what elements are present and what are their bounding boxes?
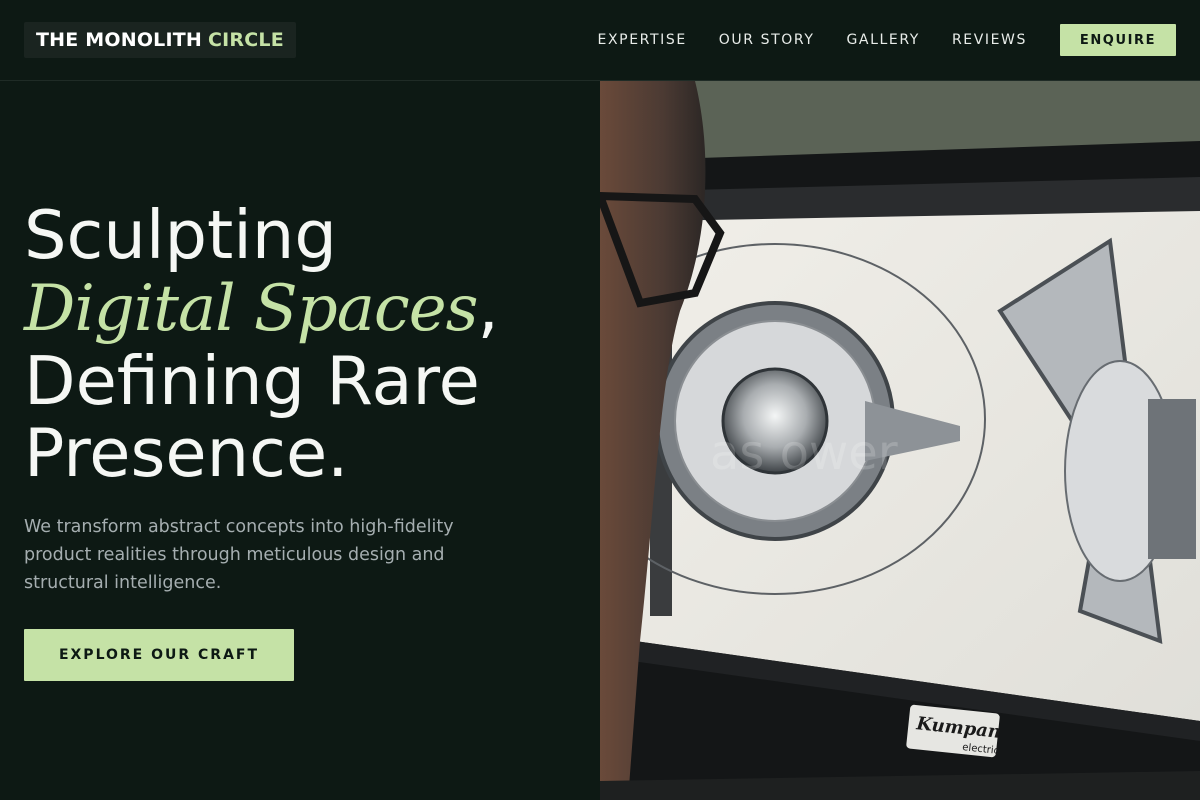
hero-headline: Sculpting Digital Spaces, Defining Rare … bbox=[24, 199, 499, 489]
logo-text-accent: CIRCLE bbox=[208, 29, 284, 51]
hero-description: We transform abstract concepts into high… bbox=[24, 517, 454, 593]
nav-link-expertise[interactable]: EXPERTISE bbox=[598, 32, 687, 48]
enquire-button[interactable]: ENQUIRE bbox=[1060, 24, 1176, 56]
nav-link-our-story[interactable]: OUR STORY bbox=[719, 32, 815, 48]
headline-comma: , bbox=[477, 268, 499, 346]
svg-text:as ower: as ower bbox=[710, 425, 898, 481]
nav-link-gallery[interactable]: GALLERY bbox=[846, 32, 919, 48]
nav-link-reviews[interactable]: REVIEWS bbox=[952, 32, 1027, 48]
explore-craft-button[interactable]: EXPLORE OUR CRAFT bbox=[24, 629, 294, 681]
hero-section: Sculpting Digital Spaces, Defining Rare … bbox=[0, 81, 600, 800]
site-logo[interactable]: THE MONOLITH CIRCLE bbox=[24, 22, 296, 58]
headline-line-2: Digital Spaces, bbox=[24, 271, 499, 345]
headline-line-4: Presence. bbox=[24, 414, 349, 492]
monitor-illustration: as ower Kumpan electric bbox=[600, 81, 1200, 800]
main-nav: EXPERTISE OUR STORY GALLERY REVIEWS ENQU… bbox=[598, 24, 1176, 56]
headline-line-3: Defining Rare bbox=[24, 342, 480, 420]
logo-text-primary: THE MONOLITH bbox=[36, 29, 203, 51]
headline-line-1: Sculpting bbox=[24, 196, 337, 274]
hero-image-designer-monitor: as ower Kumpan electric bbox=[600, 81, 1200, 800]
site-header: THE MONOLITH CIRCLE EXPERTISE OUR STORY … bbox=[0, 0, 1200, 81]
headline-italic-accent: Digital Spaces bbox=[24, 272, 478, 346]
